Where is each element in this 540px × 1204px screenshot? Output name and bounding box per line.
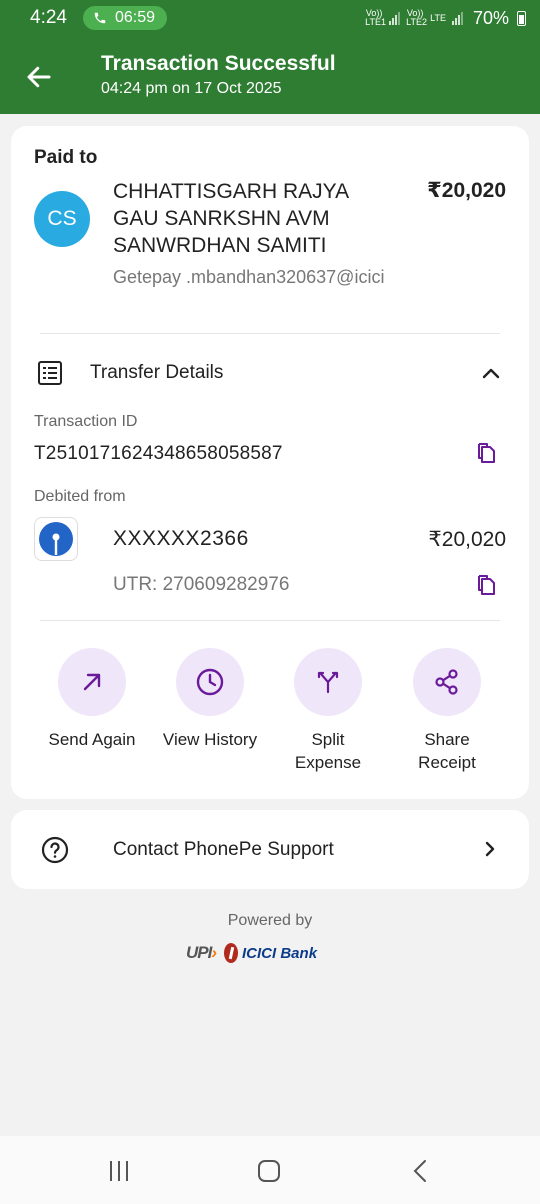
system-nav-bar	[0, 1136, 540, 1204]
icici-bank-text: ICICI Bank	[242, 944, 318, 962]
page-header: Transaction Successful 04:24 pm on 17 Oc…	[0, 40, 540, 110]
share-receipt-label: Share Receipt	[418, 730, 476, 772]
sim1-indicator: Vo)) LTE1	[365, 8, 386, 27]
call-timer: 06:59	[114, 9, 156, 26]
split-icon	[317, 671, 339, 694]
battery-level: 70%	[472, 7, 509, 28]
share-icon	[435, 669, 458, 695]
back-nav-icon[interactable]	[408, 1158, 434, 1184]
split-expense-button[interactable]: Split Expense	[268, 648, 388, 774]
receipt-list-icon	[38, 361, 62, 385]
copy-icon[interactable]	[475, 442, 497, 464]
payee-avatar: CS	[34, 191, 90, 247]
sbi-logo-icon	[39, 522, 73, 556]
view-history-label: View History	[162, 730, 258, 749]
status-bar: 4:24 06:59 Vo)) LTE1 Vo)) LTE2 LTE 70%	[0, 0, 540, 36]
status-indicators: Vo)) LTE1 Vo)) LTE2 LTE 70%	[365, 9, 526, 27]
arrow-up-right-icon	[83, 673, 101, 691]
transaction-id-value: T2510171624348658058587	[34, 443, 283, 464]
paid-to-label: Paid to	[34, 147, 98, 168]
send-again-button[interactable]: Send Again	[32, 648, 152, 751]
payee-name: CHHATTISGARH RAJYA GAU SANRKSHN AVM SANW…	[113, 180, 348, 257]
contact-support-link[interactable]: Contact PhonePe Support	[113, 839, 334, 861]
icici-emblem-icon	[224, 943, 239, 963]
clock-icon	[196, 668, 224, 696]
chevron-right-icon[interactable]	[481, 840, 499, 858]
support-card[interactable]: Contact PhonePe Support	[11, 810, 529, 889]
payee-upi-id: Getepay .mbandhan320637@icici	[113, 267, 385, 287]
view-history-button[interactable]: View History	[150, 648, 270, 751]
phone-icon	[94, 12, 106, 24]
debited-from-label: Debited from	[34, 488, 126, 505]
action-buttons-row: Send Again View History Split Expense Sh…	[11, 648, 529, 778]
divider	[40, 620, 500, 621]
help-circle-icon	[41, 836, 69, 864]
share-receipt-button[interactable]: Share Receipt	[387, 648, 507, 774]
transaction-timestamp: 04:24 pm on 17 Oct 2025	[101, 80, 282, 97]
debit-account-number: XXXXXX2366	[113, 527, 249, 550]
upi-logo-text: UPI	[186, 943, 212, 962]
ongoing-call-pill[interactable]: 06:59	[82, 6, 168, 30]
send-again-label: Send Again	[48, 730, 136, 749]
icici-bank-logo: ICICI Bank	[222, 942, 317, 964]
back-arrow-icon[interactable]	[24, 62, 54, 92]
transfer-details-toggle[interactable]: Transfer Details	[90, 362, 223, 384]
upi-logo: UPI›	[186, 943, 217, 963]
sbi-bank-logo	[34, 517, 78, 561]
battery-icon	[517, 10, 526, 26]
page-title: Transaction Successful	[101, 52, 336, 75]
home-icon[interactable]	[256, 1158, 282, 1184]
signal-icon	[451, 11, 463, 25]
split-expense-label: Split Expense	[294, 730, 362, 772]
upi-arrow-icon: ›	[211, 943, 217, 962]
sim2-indicator: Vo)) LTE2	[406, 8, 427, 27]
partner-logos: UPI› ICICI Bank	[186, 940, 356, 966]
view-history-circle[interactable]	[176, 648, 244, 716]
status-time: 4:24	[30, 7, 67, 28]
powered-by-label: Powered by	[227, 912, 313, 929]
transaction-id-label: Transaction ID	[34, 413, 138, 430]
chevron-up-icon[interactable]	[481, 363, 501, 383]
send-again-circle[interactable]	[58, 648, 126, 716]
copy-icon[interactable]	[475, 574, 497, 596]
share-receipt-circle[interactable]	[413, 648, 481, 716]
split-expense-circle[interactable]	[294, 648, 362, 716]
debit-amount: ₹20,020	[428, 528, 506, 551]
app-header-area: 4:24 06:59 Vo)) LTE1 Vo)) LTE2 LTE 70% T…	[0, 0, 540, 114]
signal-icon	[389, 11, 401, 25]
payment-amount: ₹20,020	[427, 179, 506, 202]
utr-number: UTR: 270609282976	[113, 574, 290, 595]
divider	[40, 333, 500, 334]
network-type: LTE	[430, 12, 446, 23]
transaction-card: Paid to CS CHHATTISGARH RAJYA GAU SANRKS…	[11, 126, 529, 799]
recent-apps-icon[interactable]	[106, 1158, 132, 1184]
